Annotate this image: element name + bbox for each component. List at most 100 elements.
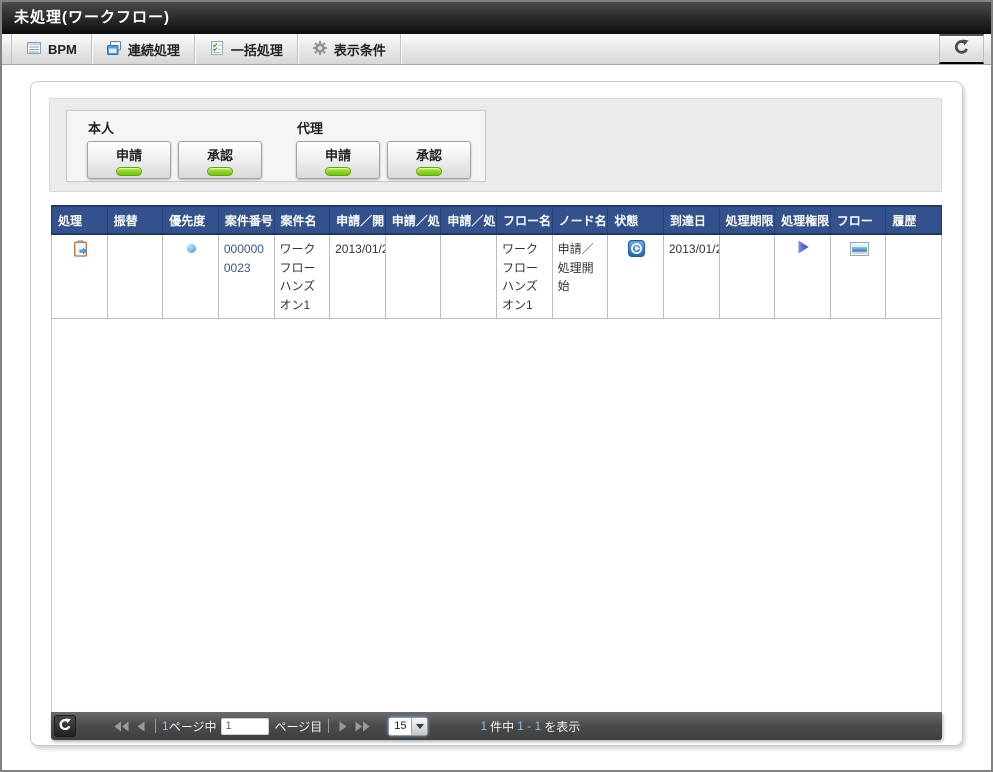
page-number-input[interactable]: [221, 718, 269, 735]
last-page-icon[interactable]: [351, 721, 374, 732]
col-apply-proc2[interactable]: 申請／処: [441, 206, 497, 234]
col-status[interactable]: 状態: [608, 206, 664, 234]
toolbar-button-group: BPM 連続処理 一括処理 表示条件: [11, 34, 401, 64]
task-table: 処理 振替 優先度 案件番号 案件名 申請／開 申請／処 申請／処 フロー名 ノ…: [51, 205, 942, 319]
prev-page-icon[interactable]: [133, 721, 149, 732]
green-led-indicator: [116, 167, 142, 176]
col-apply-proc1[interactable]: 申請／処: [385, 206, 441, 234]
authority-arrow-icon: [798, 243, 809, 257]
self-apply-label: 申請: [116, 145, 142, 164]
col-deadline[interactable]: 処理期限: [719, 206, 775, 234]
self-approve-button[interactable]: 承認: [178, 141, 262, 179]
count-suffix-label: を表示: [544, 718, 580, 735]
green-led-indicator: [325, 167, 351, 176]
flow-image-icon[interactable]: [850, 242, 869, 256]
cell-case-name: ワークフローハンズオン1: [274, 234, 330, 319]
toolbar: BPM 連続処理 一括処理 表示条件: [2, 34, 991, 65]
separator: [328, 719, 329, 733]
cell-authority: [775, 234, 831, 319]
main-panel: 本人 申請 承認 代理: [30, 81, 963, 746]
pager-nav: 1 ページ中 ページ目 15: [110, 717, 428, 736]
pages-suffix-label: ページ目: [274, 718, 322, 735]
table-empty-area: [51, 319, 942, 712]
checklist-icon: [209, 40, 225, 59]
proxy-apply-label: 申請: [325, 145, 351, 164]
continuous-process-label: 連続処理: [128, 40, 180, 59]
chevron-down-icon: [411, 718, 427, 735]
app-window: 未処理(ワークフロー) BPM 連続処理 一括処理: [0, 0, 993, 772]
status-processing-icon: [628, 246, 645, 260]
refresh-icon: [953, 39, 970, 59]
cell-priority: [163, 234, 219, 319]
case-number-link[interactable]: 0000000023: [224, 242, 264, 275]
process-clipboard-icon[interactable]: [72, 246, 89, 260]
table-header-row: 処理 振替 優先度 案件番号 案件名 申請／開 申請／処 申請／処 フロー名 ノ…: [52, 206, 942, 234]
filter-group-proxy: 代理 申請 承認: [296, 116, 471, 181]
pagination-bar: 1 ページ中 ページ目 15: [51, 712, 942, 740]
separator: [155, 719, 156, 733]
proxy-approve-button[interactable]: 承認: [387, 141, 471, 179]
cell-apply-start-date: 2013/01/2: [330, 234, 386, 319]
priority-dot-icon: [187, 244, 196, 253]
filter-box: 本人 申請 承認 代理: [66, 110, 486, 182]
cell-arrival-date: 2013/01/2: [663, 234, 719, 319]
self-apply-button[interactable]: 申請: [87, 141, 171, 179]
cell-transfer: [107, 234, 163, 319]
first-page-icon[interactable]: [110, 721, 133, 732]
cell-case-number: 0000000023: [218, 234, 274, 319]
filter-panel: 本人 申請 承認 代理: [49, 98, 942, 192]
batch-process-button[interactable]: 一括処理: [195, 34, 298, 64]
pages-middle-label: ページ中: [169, 718, 217, 735]
proxy-approve-label: 承認: [416, 145, 442, 164]
cell-flow: [830, 234, 886, 319]
filter-group-proxy-label: 代理: [297, 118, 471, 137]
cell-history: [886, 234, 942, 319]
col-case-number[interactable]: 案件番号: [218, 206, 274, 234]
cell-status: [608, 234, 664, 319]
refresh-icon: [58, 718, 72, 735]
green-led-indicator: [207, 167, 233, 176]
filter-group-self: 本人 申請 承認: [87, 116, 262, 181]
next-page-icon[interactable]: [335, 721, 351, 732]
pager-refresh-button[interactable]: [54, 715, 76, 737]
col-arrival-date[interactable]: 到達日: [663, 206, 719, 234]
cell-node-name: 申請／処理開始: [552, 234, 608, 319]
gear-icon: [312, 40, 328, 59]
page-size-select[interactable]: 15: [388, 717, 428, 736]
page-size-value: 15: [389, 720, 411, 732]
col-apply-start[interactable]: 申請／開: [330, 206, 386, 234]
total-pages: 1: [162, 719, 169, 733]
window-title-bar: 未処理(ワークフロー): [2, 2, 991, 34]
batch-process-label: 一括処理: [231, 40, 283, 59]
table-row: 0000000023 ワークフローハンズオン1 2013/01/2 ワークフロー…: [52, 234, 942, 319]
col-case-name[interactable]: 案件名: [274, 206, 330, 234]
bpm-button-label: BPM: [48, 42, 77, 57]
count-total: 1: [480, 719, 487, 733]
cell-flow-name: ワークフローハンズオン1: [497, 234, 553, 319]
count-middle-label: 件中: [490, 718, 514, 735]
green-led-indicator: [416, 167, 442, 176]
cell-apply-proc1: [385, 234, 441, 319]
col-authority[interactable]: 処理権限: [775, 206, 831, 234]
col-node-name[interactable]: ノード名: [552, 206, 608, 234]
self-approve-label: 承認: [207, 145, 233, 164]
col-flow[interactable]: フロー: [830, 206, 886, 234]
col-transfer[interactable]: 振替: [107, 206, 163, 234]
col-priority[interactable]: 優先度: [163, 206, 219, 234]
display-condition-button[interactable]: 表示条件: [298, 34, 401, 64]
col-process[interactable]: 処理: [52, 206, 108, 234]
col-history[interactable]: 履歴: [886, 206, 942, 234]
count-range: 1 - 1: [517, 719, 541, 733]
continuous-process-button[interactable]: 連続処理: [92, 34, 195, 64]
cell-deadline: [719, 234, 775, 319]
bpm-button[interactable]: BPM: [12, 34, 92, 64]
filter-group-self-label: 本人: [88, 118, 262, 137]
refresh-button[interactable]: [939, 34, 984, 64]
page-title: 未処理(ワークフロー): [14, 9, 170, 26]
col-flow-name[interactable]: フロー名: [497, 206, 553, 234]
proxy-apply-button[interactable]: 申請: [296, 141, 380, 179]
cell-apply-proc2: [441, 234, 497, 319]
content-area: 本人 申請 承認 代理: [2, 81, 991, 772]
display-condition-label: 表示条件: [334, 40, 386, 59]
list-icon: [26, 40, 42, 59]
